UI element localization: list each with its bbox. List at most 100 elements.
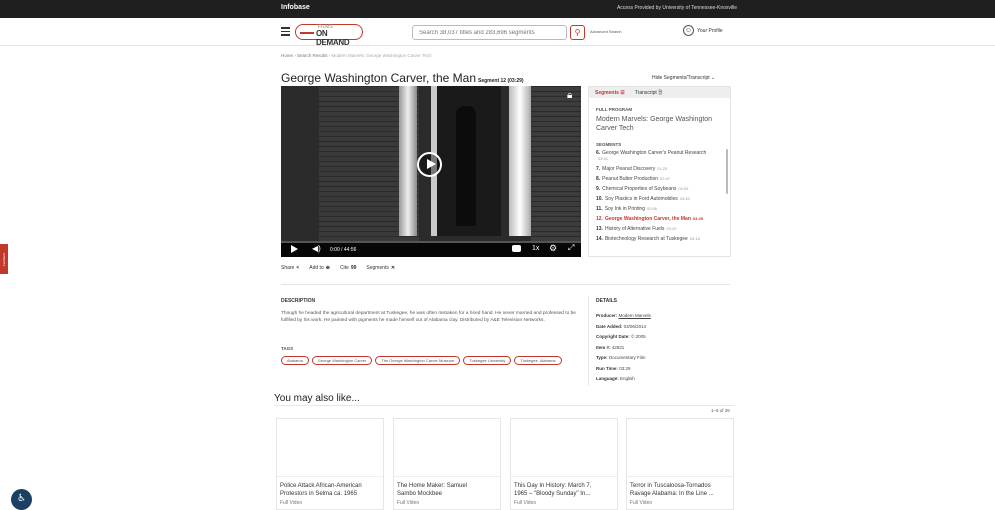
hide-segments-link[interactable]: Hide Segments/Transcript ⌄ [652, 75, 715, 81]
tab-segments[interactable]: Segments ☰ [595, 90, 625, 96]
segment-title: Chemical Properties of Soybeans [602, 186, 677, 192]
related-title-line: Protestors in Selma ca. 1965 [280, 491, 358, 497]
add-to-button[interactable]: Add to ⊕ [309, 265, 330, 271]
logo-main-text: ON DEMAND [316, 29, 350, 47]
detail-value: © 2005 [631, 334, 646, 339]
feedback-tab[interactable]: Feedback [0, 244, 8, 274]
full-program-link[interactable]: Modern Marvels: George Washington Carver… [596, 115, 723, 133]
menu-icon[interactable] [281, 27, 290, 36]
segment-item[interactable]: 9. Chemical Properties of Soybeans 02:09 [596, 186, 723, 192]
tag-chip[interactable]: Tuskegee University [463, 356, 512, 365]
detail-label: Copyright Date: [596, 334, 630, 339]
segment-item[interactable]: 14. Biotechnology Research at Tuskegee 03:… [596, 236, 723, 242]
captions-icon[interactable] [512, 245, 521, 252]
detail-value: 42831 [611, 344, 625, 350]
related-card[interactable]: Police Attack African-American Protestors… [276, 418, 384, 510]
breadcrumb-results[interactable]: Search Results [297, 53, 328, 58]
detail-label: Language: [596, 376, 619, 381]
detail-language: Language: English [596, 374, 651, 385]
player-controls: ◀︎) 0:00 / 44:56 1x ⚙ ⤢ [281, 241, 581, 257]
close-icon: ✕ [390, 265, 396, 271]
share-icon: < [296, 265, 300, 271]
segment-duration: 03:29 [666, 226, 677, 231]
advanced-search-link[interactable]: Advanced Search [590, 29, 622, 34]
search-icon[interactable]: ⚲ [570, 25, 585, 40]
details-divider [588, 296, 589, 386]
video-frame-brick [531, 86, 581, 246]
breadcrumb-home[interactable]: Home [281, 53, 293, 58]
related-heading: You may also like... [274, 393, 360, 404]
related-thumbnail[interactable] [627, 419, 733, 477]
tag-chip[interactable]: George Washington Carver [311, 356, 373, 365]
segment-item[interactable]: 8. Peanut Butter Production 02:47 [596, 176, 723, 182]
related-thumbnail[interactable] [394, 419, 500, 477]
detail-type: Type: Documentary Film [596, 353, 651, 364]
related-type: Full Video [397, 500, 420, 506]
films-on-demand-logo[interactable]: FILMS ON DEMAND [295, 24, 363, 47]
speed-button[interactable]: 1x [532, 245, 539, 252]
segment-item[interactable]: 7. Major Peanut Discovery 01:23 [596, 166, 723, 172]
related-title[interactable]: Terror in Tuscaloosa-Tornados Ravage Alab… [630, 482, 730, 498]
segment-title: George Washington Carver, the Man [604, 216, 691, 222]
related-title[interactable]: The Home Maker: Samuel Sambo Mockbee [397, 482, 497, 498]
detail-label: Item #: [596, 344, 611, 350]
related-card[interactable]: Terror in Tuscaloosa-Tornados Ravage Alab… [626, 418, 734, 510]
details-list: Producer: Modern Marvels Date Added: 03/… [596, 311, 651, 385]
segment-item-current[interactable]: 12. George Washington Carver, the Man 03:2… [596, 216, 723, 222]
full-program-label: FULL PROGRAM [596, 107, 633, 112]
play-icon[interactable] [291, 245, 298, 253]
detail-label: Producer: [596, 313, 618, 318]
related-title[interactable]: This Day In History: March 7, 1965 – "Blo… [514, 482, 614, 498]
related-title-line: This Day In History: March 7, [514, 483, 592, 489]
detail-copyright: Copyright Date: © 2005 [596, 332, 651, 343]
fullscreen-icon[interactable]: ⤢ [568, 243, 574, 253]
related-title-line: Ravage Alabama: In the Line ... [630, 491, 714, 497]
related-card[interactable]: This Day In History: March 7, 1965 – "Blo… [510, 418, 618, 510]
segment-duration: 03:43 [679, 196, 690, 201]
progress-bar[interactable] [281, 241, 581, 243]
access-provider-text: Access Provided by University of Tenness… [617, 5, 737, 11]
page-title: George Washington Carver, the Man Segment… [281, 71, 524, 85]
related-title[interactable]: Police Attack African-American Protestors… [280, 482, 380, 498]
segment-num: 14. [596, 236, 603, 242]
related-card[interactable]: The Home Maker: Samuel Sambo Mockbee Full… [393, 418, 501, 510]
infobase-brand[interactable]: Infobase [281, 4, 310, 11]
related-title-line: The Home Maker: Samuel [397, 483, 468, 489]
tag-chip[interactable]: Tuskegee, Alabama [514, 356, 562, 365]
tag-chip[interactable]: The George Washington Carver Museum [375, 356, 461, 365]
cite-button[interactable]: Cite 99 [340, 265, 356, 271]
user-avatar-icon: ☺ [683, 25, 694, 36]
segment-item[interactable]: 6. George Washington Carver's Peanut Rese… [596, 150, 723, 162]
related-title-line: Terror in Tuscaloosa-Tornados [630, 483, 711, 489]
play-overlay-icon[interactable] [417, 152, 442, 177]
segment-item[interactable]: 11. Soy Ink in Printing 02:06 [596, 206, 723, 212]
panel-scrollbar[interactable] [726, 149, 728, 194]
accessibility-icon[interactable]: ♿︎ [11, 489, 32, 510]
volume-icon[interactable]: ◀︎) [312, 244, 321, 253]
profile-button[interactable]: ☺ Your Profile [683, 25, 723, 36]
segment-item[interactable]: 10. Soy Plastics in Ford Automobiles 03:43 [596, 196, 723, 202]
segment-title: Biotechnology Research at Tuskegee [604, 236, 688, 242]
segment-duration: 02:47 [660, 176, 671, 181]
related-type: Full Video [630, 500, 653, 506]
segments-label: Segments [366, 265, 389, 271]
gear-icon[interactable]: ⚙ [549, 243, 557, 254]
tab-transcript[interactable]: Transcript 🗎 [635, 90, 662, 96]
related-thumbnail[interactable] [511, 419, 617, 477]
tag-chip[interactable]: Alabama [281, 356, 309, 365]
segments-button[interactable]: Segments ✕ [366, 265, 395, 271]
video-frame-pillar [509, 86, 531, 236]
search-input[interactable] [412, 25, 567, 40]
site-header: FILMS ON DEMAND ⚲ Advanced Search ☺ Your… [0, 18, 995, 47]
detail-label: Date Added: [596, 323, 623, 329]
segment-title: Soy Ink in Printing [604, 206, 645, 212]
producer-link[interactable]: Modern Marvels [619, 313, 651, 318]
segment-item[interactable]: 13. History of Alternative Fuels 03:29 [596, 226, 723, 232]
segment-title: Peanut Butter Production [602, 176, 659, 182]
segment-duration: 03:18 [689, 236, 700, 241]
share-button[interactable]: Share < [281, 265, 299, 271]
detail-item-number: Item #: 42831 [596, 343, 651, 354]
related-thumbnail[interactable] [277, 419, 383, 477]
video-player[interactable]: 🔒︎ ◀︎) 0:00 / 44:56 1x ⚙ ⤢ [281, 86, 581, 257]
segment-num: 9. [596, 186, 601, 192]
